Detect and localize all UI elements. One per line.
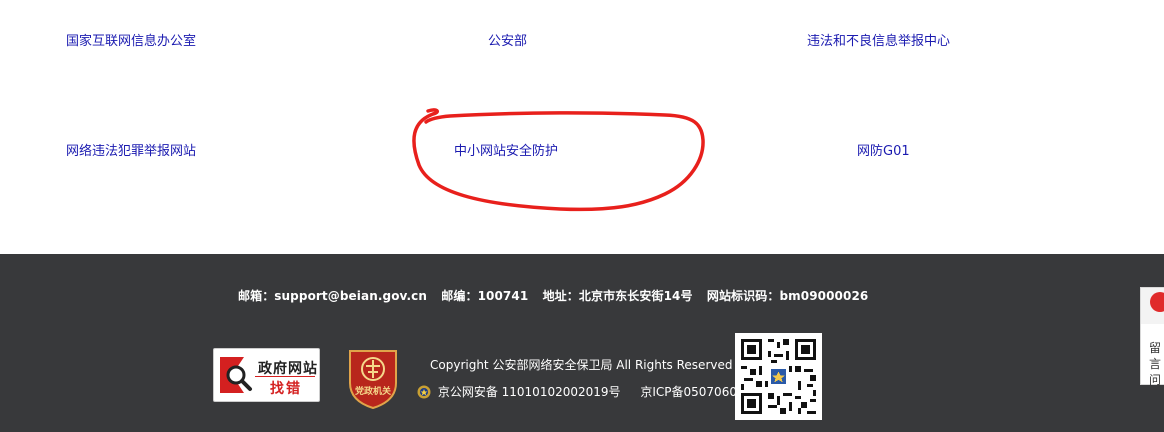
gov-badge-line1: 政府网站 (258, 361, 318, 377)
magnifier-icon (220, 357, 252, 393)
footer-site-id: 网站标识码：bm09000026 (706, 289, 869, 303)
link-wangfang-g01[interactable]: 网防G01 (857, 144, 910, 160)
link-small-site-security[interactable]: 中小网站安全防护 (454, 144, 558, 160)
link-cac[interactable]: 国家互联网信息办公室 (66, 34, 196, 50)
party-badge-label: 党政机关 (354, 387, 391, 397)
footer-address: 地址：北京市东长安街14号 (542, 289, 693, 303)
contact-info: 邮箱：support@beian.gov.cn 邮编：100741 地址：北京市… (238, 287, 878, 304)
links-section: 国家互联网信息办公室 公安部 违法和不良信息举报中心 网络违法犯罪举报网站 中小… (0, 0, 1164, 254)
link-mps[interactable]: 公安部 (488, 34, 527, 50)
side-widget-text: 留言 问 (1149, 340, 1163, 388)
record-info: 京公网安备 11010102002019号 京ICP备05070602号 (417, 383, 773, 400)
gov-badge-divider (255, 376, 315, 377)
side-widget-text-line1: 留言 (1149, 341, 1162, 371)
link-illegal-info-report[interactable]: 违法和不良信息举报中心 (807, 34, 950, 50)
feedback-icon (1150, 292, 1164, 312)
footer-email: 邮箱：support@beian.gov.cn (238, 289, 427, 303)
link-cybercrime-report[interactable]: 网络违法犯罪举报网站 (66, 144, 196, 160)
police-emblem-icon (417, 385, 431, 399)
gov-badge-line2: 找错 (270, 381, 302, 397)
copyright-text: Copyright 公安部网络安全保卫局 All Rights Reserved (430, 358, 733, 372)
party-gov-agency-shield-icon[interactable] (346, 347, 400, 409)
side-widget-text-line2: 问 (1149, 373, 1162, 387)
footer-postcode: 邮编：100741 (441, 289, 529, 303)
police-record-link[interactable]: 京公网安备 11010102002019号 (438, 385, 621, 399)
gov-site-error-report-badge[interactable]: 政府网站 找错 (213, 348, 320, 402)
side-feedback-widget[interactable]: 留言 问 (1140, 287, 1164, 388)
footer: 邮箱：support@beian.gov.cn 邮编：100741 地址：北京市… (0, 254, 1164, 432)
qr-code-icon (735, 333, 822, 420)
